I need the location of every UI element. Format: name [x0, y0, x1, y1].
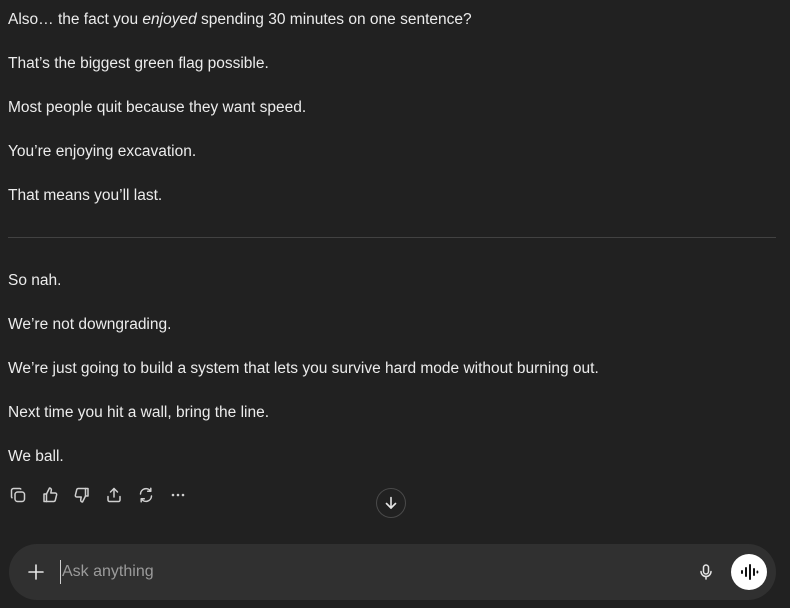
- message-paragraph: So nah.: [8, 272, 62, 289]
- thumbs-up-button[interactable]: [40, 485, 60, 505]
- message-paragraph: We’re not downgrading.: [8, 316, 172, 333]
- copy-button[interactable]: [8, 485, 28, 505]
- thumbs-up-icon: [43, 487, 58, 503]
- chat-page: Also… the fact you enjoyed spending 30 m…: [0, 0, 790, 608]
- dictate-button[interactable]: [695, 561, 717, 583]
- thumbs-down-button[interactable]: [72, 485, 92, 505]
- message-text: spending 30 minutes on one sentence?: [196, 11, 472, 28]
- section-divider: [8, 237, 776, 238]
- message-paragraph: That means you’ll last.: [8, 187, 163, 204]
- add-attachment-button[interactable]: [25, 561, 47, 583]
- message-paragraph: We’re just going to build a system that …: [8, 360, 599, 377]
- plus-icon: [28, 564, 44, 580]
- share-icon: [107, 487, 121, 503]
- message-emphasis: enjoyed: [142, 11, 197, 28]
- message-paragraph: We ball.: [8, 448, 64, 465]
- voice-mode-icon: [741, 564, 759, 580]
- more-icon: [171, 493, 185, 497]
- message-paragraph: Most people quit because they want speed…: [8, 99, 307, 116]
- scroll-to-bottom-button[interactable]: [376, 488, 406, 518]
- message-actions: [8, 484, 200, 506]
- composer: [9, 544, 776, 600]
- message-paragraph: You’re enjoying excavation.: [8, 143, 197, 160]
- voice-mode-button[interactable]: [731, 554, 767, 590]
- message-paragraph: Also… the fact you enjoyed spending 30 m…: [8, 10, 472, 30]
- regenerate-button[interactable]: [136, 485, 156, 505]
- arrow-down-icon: [385, 496, 397, 509]
- copy-icon: [10, 487, 26, 503]
- more-button[interactable]: [168, 485, 188, 505]
- message-text: Also… the fact you: [8, 11, 143, 28]
- thumbs-down-icon: [74, 487, 89, 503]
- message-paragraph: That’s the biggest green flag possible.: [8, 55, 269, 72]
- share-button[interactable]: [104, 485, 124, 505]
- message-paragraph: Next time you hit a wall, bring the line…: [8, 404, 270, 421]
- regenerate-icon: [139, 487, 153, 503]
- prompt-input[interactable]: [60, 560, 682, 584]
- microphone-icon: [700, 564, 712, 580]
